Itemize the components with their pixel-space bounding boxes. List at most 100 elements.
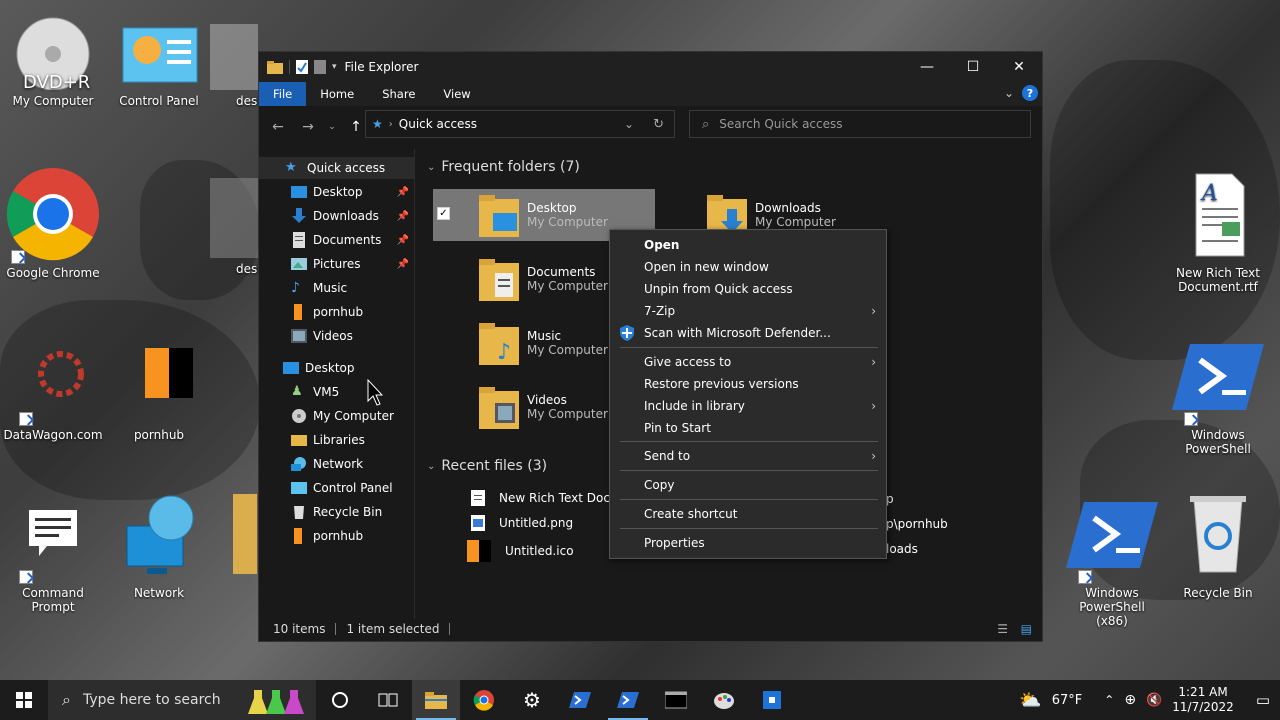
refresh-icon[interactable]: ↻ xyxy=(653,117,664,132)
pin-icon[interactable]: 📌 xyxy=(397,187,409,198)
recent-file-rtf[interactable]: New Rich Text Docur xyxy=(471,490,622,506)
up-icon[interactable]: ↑ xyxy=(345,119,367,135)
desktop-icon-partial-1[interactable]: desk xyxy=(210,24,258,108)
desktop-icon-recycle-bin[interactable]: Recycle Bin xyxy=(1168,490,1268,600)
customize-quick-access-icon[interactable]: ▾ xyxy=(332,62,337,72)
taskbar-file-explorer[interactable] xyxy=(412,680,460,720)
recent-files-header[interactable]: ⌄ Recent files (3) xyxy=(427,458,547,474)
collapse-icon[interactable]: ⌄ xyxy=(427,461,435,472)
taskbar-powershell[interactable] xyxy=(556,680,604,720)
desktop-icon-partial-2[interactable]: desk xyxy=(210,178,258,276)
menu-item-give-access[interactable]: Give access to › xyxy=(610,351,886,373)
nav-vm5[interactable]: ♟ VM5 xyxy=(259,381,415,403)
nav-pictures[interactable]: Pictures 📌 xyxy=(259,253,415,275)
desktop-icon-network[interactable]: Network xyxy=(109,490,209,600)
minimize-button[interactable]: — xyxy=(904,52,950,82)
search-box[interactable]: ⌕ Search Quick access xyxy=(689,110,1031,138)
nav-desktop[interactable]: Desktop 📌 xyxy=(259,181,415,203)
nav-downloads[interactable]: Downloads 📌 xyxy=(259,205,415,227)
title-bar[interactable]: ▾ File Explorer — ☐ ✕ xyxy=(259,52,1042,82)
taskbar-powershell-x86[interactable] xyxy=(604,680,652,720)
weather-cloud-icon[interactable]: ⛅ xyxy=(1019,690,1041,711)
weather-temperature[interactable]: 67°F xyxy=(1052,693,1083,708)
recent-file-png[interactable]: Untitled.png xyxy=(471,515,573,531)
notifications-icon[interactable]: ▭ xyxy=(1256,691,1270,709)
chevron-up-icon[interactable]: ⌃ xyxy=(1104,693,1114,707)
taskbar-network-app[interactable] xyxy=(748,680,796,720)
taskbar-search[interactable]: ⌕ Type here to search xyxy=(48,680,316,720)
pin-icon[interactable]: 📌 xyxy=(397,211,409,222)
expand-ribbon-icon[interactable]: ⌄ xyxy=(1004,86,1014,100)
desktop-icon-datawagon[interactable]: DataWagon.com xyxy=(3,344,103,442)
menu-item-open-new-window[interactable]: Open in new window xyxy=(610,256,886,278)
collapse-icon[interactable]: ⌄ xyxy=(427,162,435,173)
desktop-icon-powershell-x86[interactable]: Windows PowerShell (x86) xyxy=(1062,496,1162,628)
desktop-icon-powershell[interactable]: Windows PowerShell xyxy=(1168,338,1268,456)
help-icon[interactable]: ? xyxy=(1022,85,1038,101)
nav-network[interactable]: Network xyxy=(259,453,415,475)
taskbar-settings[interactable]: ⚙ xyxy=(508,680,556,720)
nav-libraries[interactable]: Libraries xyxy=(259,429,415,451)
tab-view[interactable]: View xyxy=(429,82,484,106)
recent-file-ico[interactable]: Untitled.ico xyxy=(467,540,574,562)
menu-item-unpin[interactable]: Unpin from Quick access xyxy=(610,278,886,300)
clock[interactable]: 1:21 AM 11/7/2022 xyxy=(1172,685,1234,715)
menu-item-include-library[interactable]: Include in library › xyxy=(610,395,886,417)
forward-icon[interactable]: → xyxy=(297,119,319,135)
nav-recycle-bin[interactable]: Recycle Bin xyxy=(259,501,415,523)
menu-item-copy[interactable]: Copy xyxy=(610,474,886,496)
new-folder-icon[interactable] xyxy=(314,60,326,74)
desktop-icon-control-panel[interactable]: Control Panel xyxy=(109,24,209,108)
nav-my-computer[interactable]: My Computer xyxy=(259,405,415,427)
volume-muted-icon[interactable]: 🔇 xyxy=(1146,693,1162,708)
desktop-icon-command-prompt[interactable]: Command Prompt xyxy=(3,506,103,614)
desktop-icon-rtf[interactable]: A New Rich Text Document.rtf xyxy=(1168,172,1268,294)
taskbar-chrome[interactable] xyxy=(460,680,508,720)
nav-tree-desktop[interactable]: Desktop xyxy=(259,357,415,379)
tab-file[interactable]: File xyxy=(259,82,307,106)
globe-icon[interactable]: ⊕ xyxy=(1124,692,1136,708)
tab-share[interactable]: Share xyxy=(368,82,429,106)
back-icon[interactable]: ← xyxy=(267,119,289,135)
pin-icon[interactable]: 📌 xyxy=(397,259,409,270)
details-view-icon[interactable]: ☰ xyxy=(997,622,1008,636)
nav-pornhub[interactable]: pornhub xyxy=(259,301,415,323)
menu-item-open[interactable]: Open xyxy=(610,234,886,256)
chevron-right-icon[interactable]: › xyxy=(389,119,393,130)
menu-item-restore[interactable]: Restore previous versions xyxy=(610,373,886,395)
close-button[interactable]: ✕ xyxy=(996,52,1042,82)
frequent-folders-header[interactable]: ⌄ Frequent folders (7) xyxy=(427,159,580,175)
address-dropdown-icon[interactable]: ⌄ xyxy=(624,117,634,131)
nav-tree-pornhub[interactable]: pornhub xyxy=(259,525,415,547)
nav-music[interactable]: ♪ Music xyxy=(259,277,415,299)
task-view-button[interactable] xyxy=(364,680,412,720)
search-input[interactable]: Type here to search xyxy=(83,692,221,708)
desktop-icon-my-computer[interactable]: DVD+R My Computer xyxy=(3,10,103,108)
nav-quick-access[interactable]: ★ Quick access xyxy=(259,157,415,179)
start-button[interactable] xyxy=(0,680,48,720)
menu-item-7zip[interactable]: 7-Zip › xyxy=(610,300,886,322)
menu-item-defender[interactable]: Scan with Microsoft Defender... xyxy=(610,322,886,344)
nav-control-panel[interactable]: Control Panel xyxy=(259,477,415,499)
address-bar[interactable]: ★ › Quick access ⌄ ↻ xyxy=(365,110,675,138)
item-checkbox[interactable]: ✓ xyxy=(437,207,450,220)
taskbar-paint[interactable] xyxy=(700,680,748,720)
menu-item-send-to[interactable]: Send to › xyxy=(610,445,886,467)
properties-icon[interactable] xyxy=(296,60,308,74)
nav-label: Pictures xyxy=(313,257,361,271)
tab-home[interactable]: Home xyxy=(306,82,368,106)
taskbar-command-prompt[interactable] xyxy=(652,680,700,720)
tiles-view-icon[interactable]: ▤ xyxy=(1021,622,1032,636)
menu-item-create-shortcut[interactable]: Create shortcut xyxy=(610,503,886,525)
desktop-icon-pornhub[interactable]: pornhub xyxy=(109,348,209,442)
nav-documents[interactable]: Documents 📌 xyxy=(259,229,415,251)
search-input[interactable]: Search Quick access xyxy=(719,117,842,131)
menu-item-pin-start[interactable]: Pin to Start xyxy=(610,417,886,439)
cortana-button[interactable] xyxy=(316,680,364,720)
recent-locations-icon[interactable]: ⌄ xyxy=(327,122,337,132)
nav-videos[interactable]: Videos xyxy=(259,325,415,347)
desktop-icon-chrome[interactable]: Google Chrome xyxy=(3,166,103,280)
pin-icon[interactable]: 📌 xyxy=(397,235,409,246)
menu-item-properties[interactable]: Properties xyxy=(610,532,886,554)
maximize-button[interactable]: ☐ xyxy=(950,52,996,82)
